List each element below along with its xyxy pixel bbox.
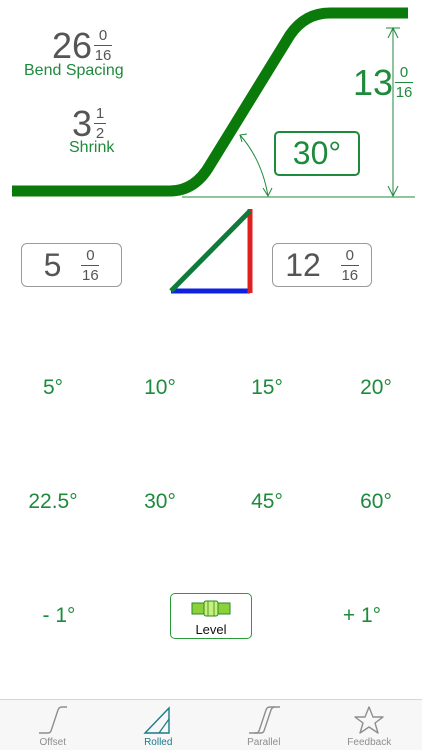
angle-display[interactable]: 30° [274, 131, 360, 176]
shrink-label: Shrink [69, 139, 115, 156]
parallel-icon [248, 706, 280, 734]
offset-icon [38, 706, 67, 734]
tab-parallel[interactable]: Parallel [211, 700, 317, 750]
preset-20-button[interactable]: 20° [331, 376, 421, 400]
tab-feedback[interactable]: Feedback [317, 700, 422, 750]
minus-one-degree-button[interactable]: - 1° [14, 604, 104, 628]
bend-spacing-value: 26 0 16 [52, 24, 113, 66]
level-button[interactable]: Level [170, 593, 252, 639]
angle-arc [239, 134, 269, 197]
plus-one-degree-button[interactable]: + 1° [317, 604, 407, 628]
rise-value: 13 0 16 [353, 61, 414, 103]
preset-15-button[interactable]: 15° [222, 376, 312, 400]
bend-spacing-label: Bend Spacing [24, 62, 124, 79]
preset-22-5-button[interactable]: 22.5° [8, 490, 98, 514]
shrink-value: 3 1 2 [72, 102, 107, 144]
level-label: Level [195, 622, 227, 637]
preset-10-button[interactable]: 10° [115, 376, 205, 400]
rolled-icon [143, 706, 170, 734]
triangle-hypotenuse [169, 209, 252, 293]
triangle-diagram [169, 209, 253, 294]
tab-bar: Offset Rolled Parallel Feedback [0, 699, 422, 750]
right-length-field[interactable]: 12 0 16 [272, 243, 372, 287]
tab-rolled[interactable]: Rolled [106, 700, 212, 750]
preset-5-button[interactable]: 5° [8, 376, 98, 400]
left-length-field[interactable]: 5 0 16 [21, 243, 122, 287]
preset-60-button[interactable]: 60° [331, 490, 421, 514]
preset-45-button[interactable]: 45° [222, 490, 312, 514]
tab-offset[interactable]: Offset [0, 700, 106, 750]
preset-30-button[interactable]: 30° [115, 490, 205, 514]
star-icon [354, 706, 384, 734]
